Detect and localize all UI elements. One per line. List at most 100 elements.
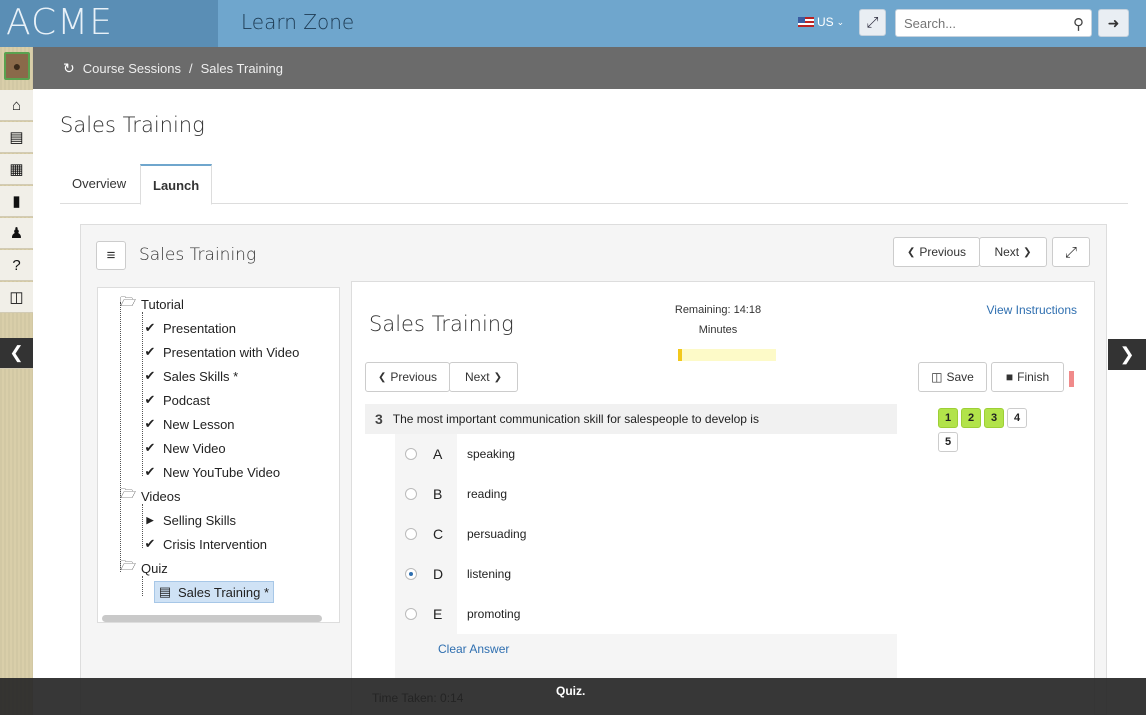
radio-button[interactable] xyxy=(405,568,417,580)
panel-next-label: Next xyxy=(994,245,1020,259)
list-icon: ▤ xyxy=(158,584,172,599)
tree-item-presentation-with-video[interactable]: ✔ Presentation with Video xyxy=(142,342,300,362)
clear-answer-link[interactable]: Clear Answer xyxy=(438,642,509,656)
tree-item-sales-training-quiz[interactable]: ▤ Sales Training * xyxy=(154,581,275,603)
question-page-button[interactable]: 4 xyxy=(1007,408,1027,428)
chevron-left-icon: ❮ xyxy=(9,343,24,362)
panel-header: ≡ Sales Training ❮ Previous Next ❯ ⤢ xyxy=(81,225,1106,281)
search-box: ⚲ xyxy=(895,9,1092,37)
tree-horizontal-scrollbar[interactable] xyxy=(102,615,322,622)
answer-option-c[interactable]: C persuading xyxy=(395,514,897,554)
answer-options: A speaking B reading C persuading D list… xyxy=(395,434,897,715)
tree-item-new-lesson[interactable]: ✔ New Lesson xyxy=(142,414,235,434)
users-icon[interactable]: ♟ xyxy=(0,218,33,249)
question-text: The most important communication skill f… xyxy=(392,412,759,426)
panel-fullscreen-button[interactable]: ⤢ xyxy=(1052,237,1090,267)
option-letter: C xyxy=(433,526,444,542)
tree-item-label: Selling Skills xyxy=(163,512,236,528)
save-button[interactable]: ◫ Save xyxy=(918,362,987,392)
tree-item-new-youtube-video[interactable]: ✔ New YouTube Video xyxy=(142,462,281,482)
panel-previous-button[interactable]: ❮ Previous xyxy=(893,237,980,267)
question-number: 3 xyxy=(375,411,383,427)
quiz-previous-button[interactable]: ❮ Previous xyxy=(365,362,450,392)
calendar-icon[interactable]: ▦ xyxy=(0,154,33,185)
view-instructions-link[interactable]: View Instructions xyxy=(987,303,1078,317)
check-icon: ✔ xyxy=(144,368,156,383)
tree-item-label: Podcast xyxy=(163,392,210,408)
panel-title: Sales Training xyxy=(139,245,257,265)
question-page-button[interactable]: 2 xyxy=(961,408,981,428)
time-taken: Time Taken: 0:14 xyxy=(372,691,464,705)
finish-button[interactable]: ■ Finish xyxy=(991,362,1064,392)
tree-item-podcast[interactable]: ✔ Podcast xyxy=(142,390,210,410)
check-icon: ✔ xyxy=(144,392,156,407)
answer-option-e[interactable]: E promoting xyxy=(395,594,897,634)
top-bar: ACME Learn Zone US ⌄ ⤢ ⚲ ➜ xyxy=(0,0,1146,47)
menu-toggle-button[interactable]: ≡ xyxy=(96,241,126,270)
list-icon[interactable]: ▤ xyxy=(0,122,33,153)
expand-icon: ⤢ xyxy=(866,14,879,31)
breadcrumb-separator: / xyxy=(189,60,193,76)
tree-group-tutorial[interactable]: 🗁 Tutorial xyxy=(120,294,184,314)
question-page-button[interactable]: 3 xyxy=(984,408,1004,428)
radio-button[interactable] xyxy=(405,608,417,620)
answer-option-a[interactable]: A speaking xyxy=(395,434,897,474)
tree-item-label: Sales Skills * xyxy=(163,368,239,384)
tab-overview[interactable]: Overview xyxy=(60,164,138,205)
tree-item-label: New Video xyxy=(163,440,226,456)
launch-panel: ≡ Sales Training ❮ Previous Next ❯ ⤢ 🗁 T… xyxy=(80,224,1107,715)
tree-item-sales-skills[interactable]: ✔ Sales Skills * xyxy=(142,366,239,386)
course-tree: 🗁 Tutorial ✔ Presentation ✔ Presentation… xyxy=(97,287,340,623)
avatar[interactable]: ● xyxy=(4,52,30,80)
chevron-down-icon: ⌄ xyxy=(836,16,845,27)
youtube-icon: ▶ xyxy=(146,514,154,525)
search-icon[interactable]: ⚲ xyxy=(1073,15,1084,33)
tree-item-crisis-intervention[interactable]: ✔ Crisis Intervention xyxy=(142,534,268,554)
tree-item-selling-skills[interactable]: ▶ Selling Skills xyxy=(142,510,236,530)
locale-selector[interactable]: US ⌄ xyxy=(798,15,844,29)
refresh-icon[interactable]: ↻ xyxy=(63,60,75,77)
tree-item-presentation[interactable]: ✔ Presentation xyxy=(142,318,236,338)
quiz-title: Sales Training xyxy=(369,312,514,336)
option-text: speaking xyxy=(457,434,897,474)
radio-button[interactable] xyxy=(405,448,417,460)
question-page-button[interactable]: 5 xyxy=(938,432,958,452)
panel-next-button[interactable]: Next ❯ xyxy=(979,237,1047,267)
radio-button[interactable] xyxy=(405,488,417,500)
time-remaining-label: Remaining: 14:18 xyxy=(674,304,762,316)
fullscreen-button[interactable]: ⤢ xyxy=(859,9,886,36)
breadcrumb-root[interactable]: Course Sessions xyxy=(83,61,181,76)
tree-group-label: Tutorial xyxy=(141,296,184,312)
expand-right-button[interactable]: ❯ xyxy=(1108,339,1146,370)
home-icon[interactable]: ⌂ xyxy=(0,90,33,121)
tab-launch[interactable]: Launch xyxy=(140,164,213,205)
search-input[interactable] xyxy=(896,10,1056,36)
question-page-button[interactable]: 1 xyxy=(938,408,958,428)
tree-item-label: Sales Training * xyxy=(178,584,270,600)
caption-bar: Time Taken: 0:14 Quiz. xyxy=(0,678,1146,715)
quiz-panel: Sales Training Remaining: 14:18 Minutes … xyxy=(351,281,1095,715)
folder-open-icon: 🗁 xyxy=(120,558,137,573)
collapse-sidebar-button[interactable]: ❮ xyxy=(0,338,33,369)
answer-option-d[interactable]: D listening xyxy=(395,554,897,594)
option-text: promoting xyxy=(457,594,897,634)
quiz-next-button[interactable]: Next ❯ xyxy=(449,362,518,392)
answer-option-b[interactable]: B reading xyxy=(395,474,897,514)
help-icon[interactable]: ? xyxy=(0,250,33,281)
logout-button[interactable]: ➜ xyxy=(1098,9,1129,37)
option-letter: A xyxy=(433,446,443,462)
car-icon[interactable]: ◫ xyxy=(0,282,33,313)
radio-button[interactable] xyxy=(405,528,417,540)
book-icon[interactable]: ▮ xyxy=(0,186,33,217)
tree-group-videos[interactable]: 🗁 Videos xyxy=(120,486,181,506)
tree-item-new-video[interactable]: ✔ New Video xyxy=(142,438,226,458)
chevron-right-icon: ❯ xyxy=(1119,344,1135,364)
tree-group-quiz[interactable]: 🗁 Quiz xyxy=(120,558,168,578)
locale-label: US xyxy=(817,15,834,29)
app-logo[interactable]: ACME xyxy=(0,0,218,47)
tree-group-label: Videos xyxy=(141,488,181,504)
tree-item-label: New Lesson xyxy=(163,416,235,432)
breadcrumb: ↻ Course Sessions / Sales Training xyxy=(33,47,1146,89)
option-letter: B xyxy=(433,486,443,502)
chevron-left-icon: ❮ xyxy=(906,246,916,258)
